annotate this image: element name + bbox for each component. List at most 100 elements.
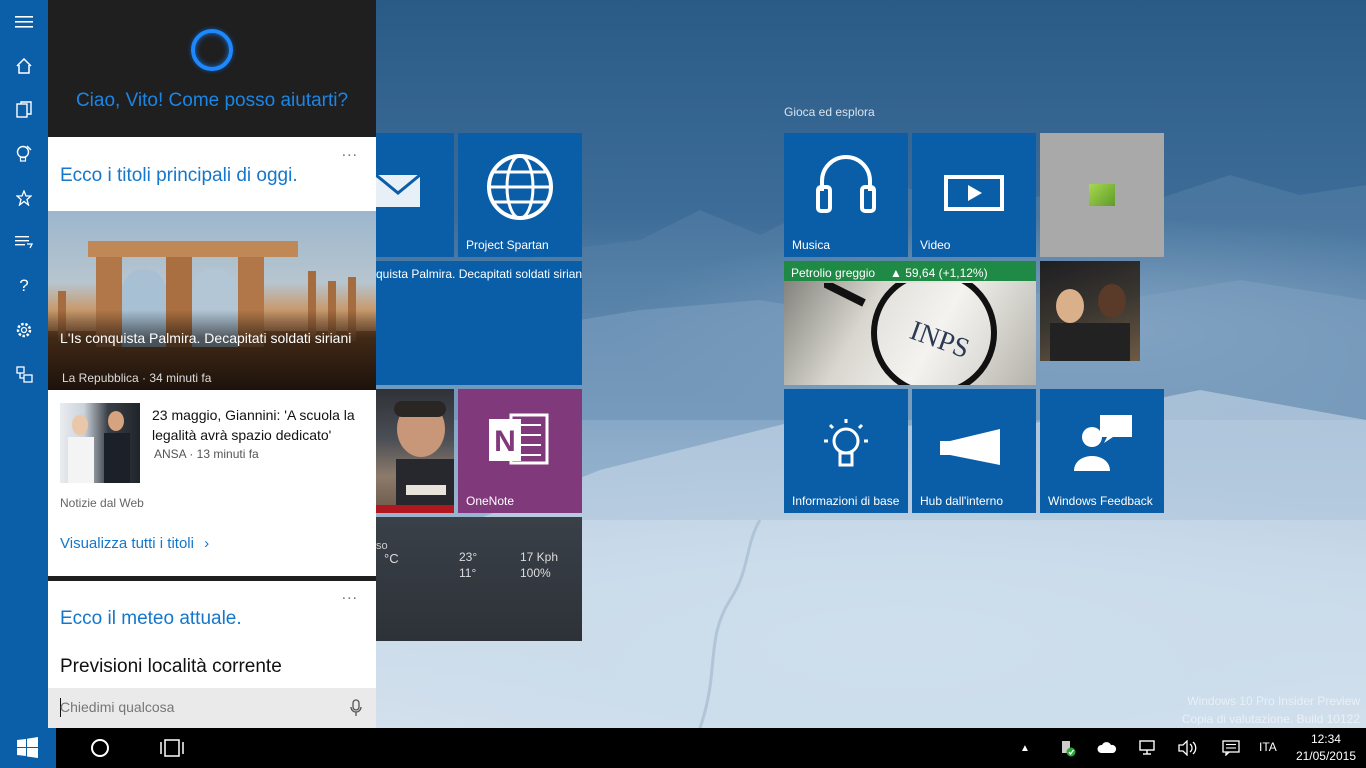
home-icon xyxy=(16,58,32,74)
help-button[interactable]: ? xyxy=(0,266,48,306)
globe-icon xyxy=(487,154,553,220)
home-button[interactable] xyxy=(0,46,48,86)
tile-label: Hub dall'interno xyxy=(920,494,1004,508)
microphone-icon[interactable] xyxy=(350,699,362,717)
connect-icon xyxy=(15,365,33,383)
news-item-title[interactable]: 23 maggio, Giannini: 'A scuola la legali… xyxy=(152,405,367,445)
project-spartan-tile[interactable]: Project Spartan xyxy=(458,133,582,257)
network-button[interactable] xyxy=(1136,728,1160,768)
headphones-icon xyxy=(816,155,876,213)
news-tile-headline: quista Palmira. Decapitati soldati siria… xyxy=(376,267,582,281)
hamburger-button[interactable] xyxy=(0,2,48,42)
ask-input[interactable]: Chiedimi qualcosa xyxy=(60,699,174,715)
people-photo-icon xyxy=(68,411,130,483)
cortana-panel: Ciao, Vito! Come posso aiutarti? ... Ecc… xyxy=(48,0,376,728)
tile-label: Musica xyxy=(792,238,831,252)
help-icon: ? xyxy=(19,276,29,295)
hero-news-source: La Repubblica · 34 minuti fa xyxy=(62,371,212,385)
sport-photo-tile[interactable] xyxy=(1040,261,1140,361)
volume-button[interactable] xyxy=(1176,728,1200,768)
cortana-header: Ciao, Vito! Come posso aiutarti? xyxy=(48,0,376,137)
insider-hub-tile[interactable]: Hub dall'interno xyxy=(912,389,1036,513)
speaker-icon xyxy=(1178,740,1197,756)
news-thumbnail[interactable] xyxy=(60,403,140,483)
money-tile[interactable]: Petrolio greggio ▲ 59,64 (+1,12%) INPS xyxy=(784,261,1036,385)
connect-button[interactable] xyxy=(0,354,48,394)
hero-news-title: L'Is conquista Palmira. Decapitati solda… xyxy=(60,330,352,346)
network-icon xyxy=(1139,740,1155,755)
hero-news-item[interactable]: L'Is conquista Palmira. Decapitati solda… xyxy=(48,211,376,390)
cloud-icon xyxy=(1097,742,1117,753)
news-item-source: ANSA · 13 minuti fa xyxy=(154,447,259,461)
tile-label: OneNote xyxy=(466,494,515,508)
notebook-icon xyxy=(16,100,32,118)
onenote-icon: N xyxy=(489,413,549,465)
weather-more-button[interactable]: ... xyxy=(342,586,358,604)
minecraft-tile[interactable] xyxy=(1040,133,1164,257)
minecraft-icon xyxy=(1089,184,1115,206)
headlines-card-title: Ecco i titoli principali di oggi. xyxy=(60,165,298,186)
settings-icon xyxy=(16,322,32,338)
weather-wind: 17 Kph xyxy=(520,550,559,564)
tile-label: Video xyxy=(920,238,951,252)
settings-button[interactable] xyxy=(0,310,48,350)
windows-logo-icon xyxy=(17,737,38,758)
weather-tile[interactable]: so °C 23° 11° 17 Kph 100% xyxy=(376,517,582,641)
action-center-button[interactable] xyxy=(1219,728,1243,768)
onenote-tile[interactable]: N OneNote xyxy=(458,389,582,513)
cortana-rail: ? xyxy=(0,0,48,728)
music-tile[interactable]: Musica xyxy=(784,133,908,257)
reminders-icon xyxy=(16,145,32,162)
onedrive-button[interactable] xyxy=(1095,728,1119,768)
svg-text:N: N xyxy=(494,425,516,458)
weather-high: 23° xyxy=(459,550,478,564)
tile-label: Windows Feedback xyxy=(1048,494,1153,508)
hamburger-icon xyxy=(15,16,33,28)
start-button[interactable] xyxy=(0,728,56,768)
cortana-greeting: Ciao, Vito! Come posso aiutarti? xyxy=(75,90,349,111)
reminders-button[interactable] xyxy=(0,133,48,173)
notebook-button[interactable] xyxy=(0,89,48,129)
news-tile[interactable]: quista Palmira. Decapitati soldati siria… xyxy=(376,261,582,385)
see-all-headlines-link[interactable]: Visualizza tutti i titoli › xyxy=(60,535,209,552)
news-footnote: Notizie dal Web xyxy=(60,496,144,510)
cortana-ring-icon xyxy=(191,29,233,71)
taskbar: ▲ ITA 12:34 21/05/2015 xyxy=(0,728,1366,768)
favorites-button[interactable] xyxy=(0,178,48,218)
chevron-right-icon: › xyxy=(204,535,210,552)
people-photo-tile[interactable] xyxy=(376,389,454,513)
feedback-person-icon xyxy=(1074,415,1132,471)
lightbulb-icon xyxy=(824,419,868,467)
get-started-tile[interactable]: Informazioni di base xyxy=(784,389,908,513)
feedback-button[interactable] xyxy=(0,222,48,262)
ask-box[interactable]: Chiedimi qualcosa xyxy=(48,688,376,728)
group-title: Gioca ed esplora xyxy=(784,105,875,119)
person-photo-icon xyxy=(376,401,454,513)
tile-label: Informazioni di base xyxy=(792,494,900,508)
money-value: ▲ 59,64 (+1,12%) xyxy=(890,266,988,280)
task-view-icon xyxy=(160,739,184,757)
cortana-taskbar-button[interactable] xyxy=(80,728,120,768)
input-language-indicator[interactable]: ITA xyxy=(1259,740,1277,754)
clock-date: 21/05/2015 xyxy=(1295,749,1356,763)
chevron-up-icon: ▲ xyxy=(1020,742,1030,754)
video-icon xyxy=(944,175,1004,211)
show-hidden-icons-button[interactable]: ▲ xyxy=(1015,728,1035,768)
clock-time: 12:34 xyxy=(1310,732,1341,746)
video-tile[interactable]: Video xyxy=(912,133,1036,257)
safely-remove-hardware-button[interactable] xyxy=(1055,728,1079,768)
watermark: Windows 10 Pro Insider Preview Copia di … xyxy=(1181,694,1360,726)
cortana-circle-icon xyxy=(91,739,109,757)
magnifier-photo-icon: INPS xyxy=(824,283,997,385)
clock[interactable]: 12:34 21/05/2015 xyxy=(1296,731,1356,765)
card-separator xyxy=(48,576,376,581)
weather-low: 11° xyxy=(459,566,477,580)
windows-feedback-tile[interactable]: Windows Feedback xyxy=(1040,389,1164,513)
favorites-icon xyxy=(16,190,32,206)
see-all-label: Visualizza tutti i titoli xyxy=(60,535,194,552)
tile-label: Project Spartan xyxy=(466,238,549,252)
weather-humidity: 100% xyxy=(520,566,551,580)
mail-tile[interactable] xyxy=(376,133,454,257)
task-view-button[interactable] xyxy=(152,728,192,768)
headlines-more-button[interactable]: ... xyxy=(342,143,358,161)
